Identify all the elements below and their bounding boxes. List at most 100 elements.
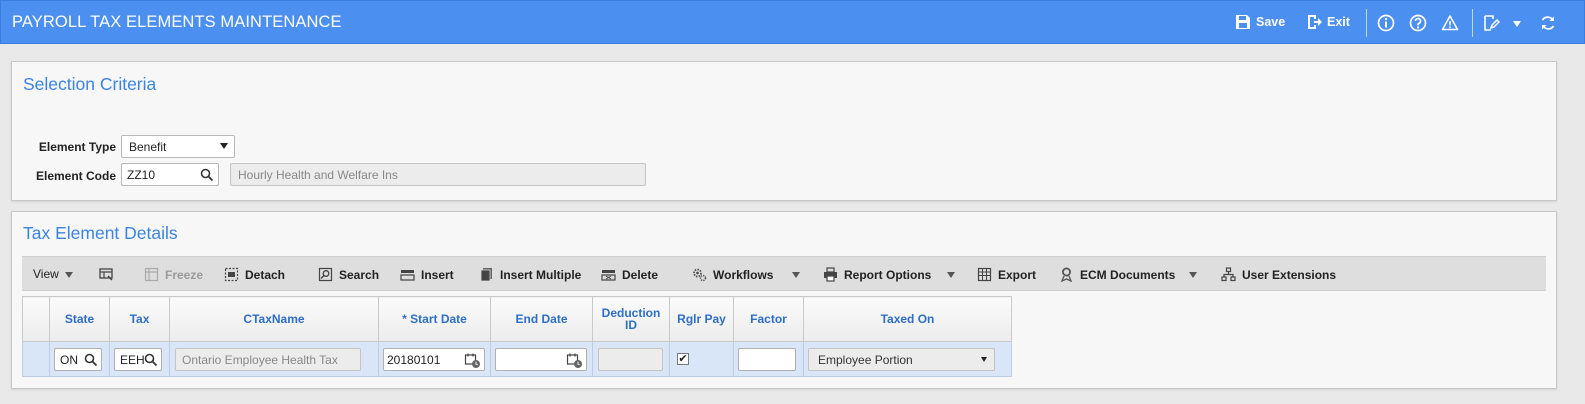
ecm-documents-label: ECM Documents bbox=[1080, 267, 1176, 282]
view-label: View bbox=[33, 267, 59, 281]
save-label: Save bbox=[1256, 15, 1286, 29]
factor-cell bbox=[733, 341, 804, 377]
ecm-documents-button[interactable]: ECM Documents bbox=[1059, 267, 1175, 282]
start-date-input[interactable]: 20180101 bbox=[383, 348, 485, 371]
warning-icon[interactable] bbox=[1441, 14, 1459, 32]
refresh-icon[interactable] bbox=[1539, 14, 1557, 32]
column-header-deduction-id[interactable]: Deduction ID bbox=[592, 296, 670, 342]
ctaxname-value: Ontario Employee Health Tax bbox=[182, 352, 338, 367]
hierarchy-icon bbox=[1221, 267, 1236, 282]
start-date-cell: 20180101 bbox=[378, 341, 491, 377]
insert-multiple-icon bbox=[480, 268, 492, 282]
grid-settings-icon bbox=[99, 268, 113, 281]
title-bar: PAYROLL TAX ELEMENTS MAINTENANCE Save Ex… bbox=[0, 0, 1585, 44]
chevron-down-icon[interactable] bbox=[1189, 272, 1197, 278]
factor-input[interactable] bbox=[738, 348, 796, 371]
grid-header-row: State Tax CTaxName * Start Date End Date… bbox=[22, 296, 1012, 342]
column-header-end-date[interactable]: End Date bbox=[490, 296, 593, 342]
ecm-documents-icon bbox=[1060, 267, 1073, 282]
deduction-id-field bbox=[598, 348, 663, 371]
deduction-id-header-line2: ID bbox=[625, 318, 637, 332]
column-header-rglr-pay[interactable]: Rglr Pay bbox=[669, 296, 734, 342]
row-selector-cell[interactable] bbox=[22, 341, 50, 377]
element-description-value: Hourly Health and Welfare Ins bbox=[238, 167, 398, 182]
calendar-icon[interactable] bbox=[566, 352, 583, 369]
export-button[interactable]: Export bbox=[977, 267, 1036, 282]
column-header-factor[interactable]: Factor bbox=[733, 296, 804, 342]
rglr-pay-checkbox[interactable]: ✔ bbox=[677, 353, 689, 365]
chevron-down-icon[interactable] bbox=[65, 272, 73, 278]
element-code-input[interactable]: ZZ10 bbox=[121, 163, 219, 186]
chevron-down-icon[interactable] bbox=[947, 272, 955, 278]
element-type-value: Benefit bbox=[129, 139, 167, 154]
chevron-down-icon[interactable] bbox=[1513, 21, 1521, 27]
exit-button[interactable]: Exit bbox=[1306, 14, 1350, 30]
element-code-label: Element Code bbox=[35, 169, 116, 183]
start-date-value: 20180101 bbox=[387, 352, 441, 367]
column-header-start-date[interactable]: * Start Date bbox=[378, 296, 491, 342]
selection-criteria-panel: Selection Criteria Element Type Benefit … bbox=[11, 61, 1557, 201]
detach-label: Detach bbox=[245, 267, 286, 282]
detach-icon bbox=[224, 267, 239, 282]
element-type-select[interactable]: Benefit bbox=[121, 135, 235, 158]
save-button[interactable]: Save bbox=[1235, 14, 1285, 30]
help-icon[interactable] bbox=[1409, 14, 1427, 32]
state-input[interactable]: ON bbox=[54, 348, 102, 371]
element-description-field: Hourly Health and Welfare Ins bbox=[230, 163, 646, 186]
freeze-label: Freeze bbox=[165, 267, 204, 282]
insert-button[interactable]: Insert bbox=[400, 267, 454, 282]
insert-label: Insert bbox=[421, 267, 454, 282]
printer-icon bbox=[824, 267, 837, 282]
end-date-input[interactable] bbox=[495, 348, 587, 371]
search-icon[interactable] bbox=[144, 353, 158, 367]
tax-input[interactable]: EEH bbox=[114, 348, 162, 371]
freeze-icon bbox=[144, 267, 159, 282]
taxed-on-value: Employee Portion bbox=[818, 352, 913, 367]
insert-multiple-button[interactable]: Insert Multiple bbox=[479, 267, 581, 282]
ctaxname-cell: Ontario Employee Health Tax bbox=[169, 341, 379, 377]
delete-label: Delete bbox=[622, 267, 659, 282]
element-type-label: Element Type bbox=[38, 140, 116, 154]
chevron-down-icon bbox=[981, 357, 987, 362]
workflows-button[interactable]: Workflows bbox=[692, 267, 773, 282]
tax-element-details-title: Tax Element Details bbox=[23, 223, 178, 243]
search-icon[interactable] bbox=[84, 353, 98, 367]
user-extensions-button[interactable]: User Extensions bbox=[1221, 267, 1336, 282]
column-header-state[interactable]: State bbox=[49, 296, 110, 342]
deduction-id-cell bbox=[592, 341, 670, 377]
page-title: PAYROLL TAX ELEMENTS MAINTENANCE bbox=[12, 13, 342, 31]
report-options-button[interactable]: Report Options bbox=[823, 267, 931, 282]
user-extensions-label: User Extensions bbox=[1242, 267, 1337, 282]
grid-toolbar: View Freeze Detach Search Insert Insert … bbox=[22, 256, 1546, 291]
gear-icon bbox=[693, 268, 707, 282]
detach-button[interactable]: Detach bbox=[224, 267, 285, 282]
column-header-ctaxname[interactable]: CTaxName bbox=[169, 296, 379, 342]
selection-criteria-title: Selection Criteria bbox=[23, 74, 157, 94]
export-icon bbox=[977, 267, 992, 282]
delete-icon bbox=[601, 270, 616, 281]
chevron-down-icon bbox=[220, 143, 228, 149]
freeze-button[interactable]: Freeze bbox=[144, 267, 203, 282]
delete-button[interactable]: Delete bbox=[601, 267, 658, 282]
insert-icon bbox=[400, 270, 415, 281]
search-button[interactable]: Search bbox=[318, 267, 379, 282]
table-row[interactable]: ON EEH Ontario Employee Health Tax 20180… bbox=[22, 341, 1012, 377]
row-selector-header bbox=[22, 296, 50, 342]
search-icon[interactable] bbox=[200, 168, 214, 182]
taxed-on-select[interactable]: Employee Portion bbox=[808, 348, 995, 371]
info-icon[interactable] bbox=[1377, 14, 1395, 32]
rglr-pay-cell: ✔ bbox=[669, 341, 734, 377]
edit-icon[interactable] bbox=[1482, 14, 1500, 32]
insert-multiple-label: Insert Multiple bbox=[500, 267, 582, 282]
search-label: Search bbox=[339, 267, 380, 282]
calendar-icon[interactable] bbox=[464, 352, 481, 369]
search-icon bbox=[318, 267, 333, 282]
grid-settings-button[interactable] bbox=[99, 267, 114, 282]
column-header-taxed-on[interactable]: Taxed On bbox=[803, 296, 1012, 342]
chevron-down-icon[interactable] bbox=[792, 272, 800, 278]
report-options-label: Report Options bbox=[844, 267, 932, 282]
tax-element-grid: State Tax CTaxName * Start Date End Date… bbox=[22, 296, 1012, 377]
column-header-tax[interactable]: Tax bbox=[109, 296, 170, 342]
view-menu-button[interactable]: View bbox=[33, 267, 59, 281]
exit-icon bbox=[1308, 15, 1322, 29]
